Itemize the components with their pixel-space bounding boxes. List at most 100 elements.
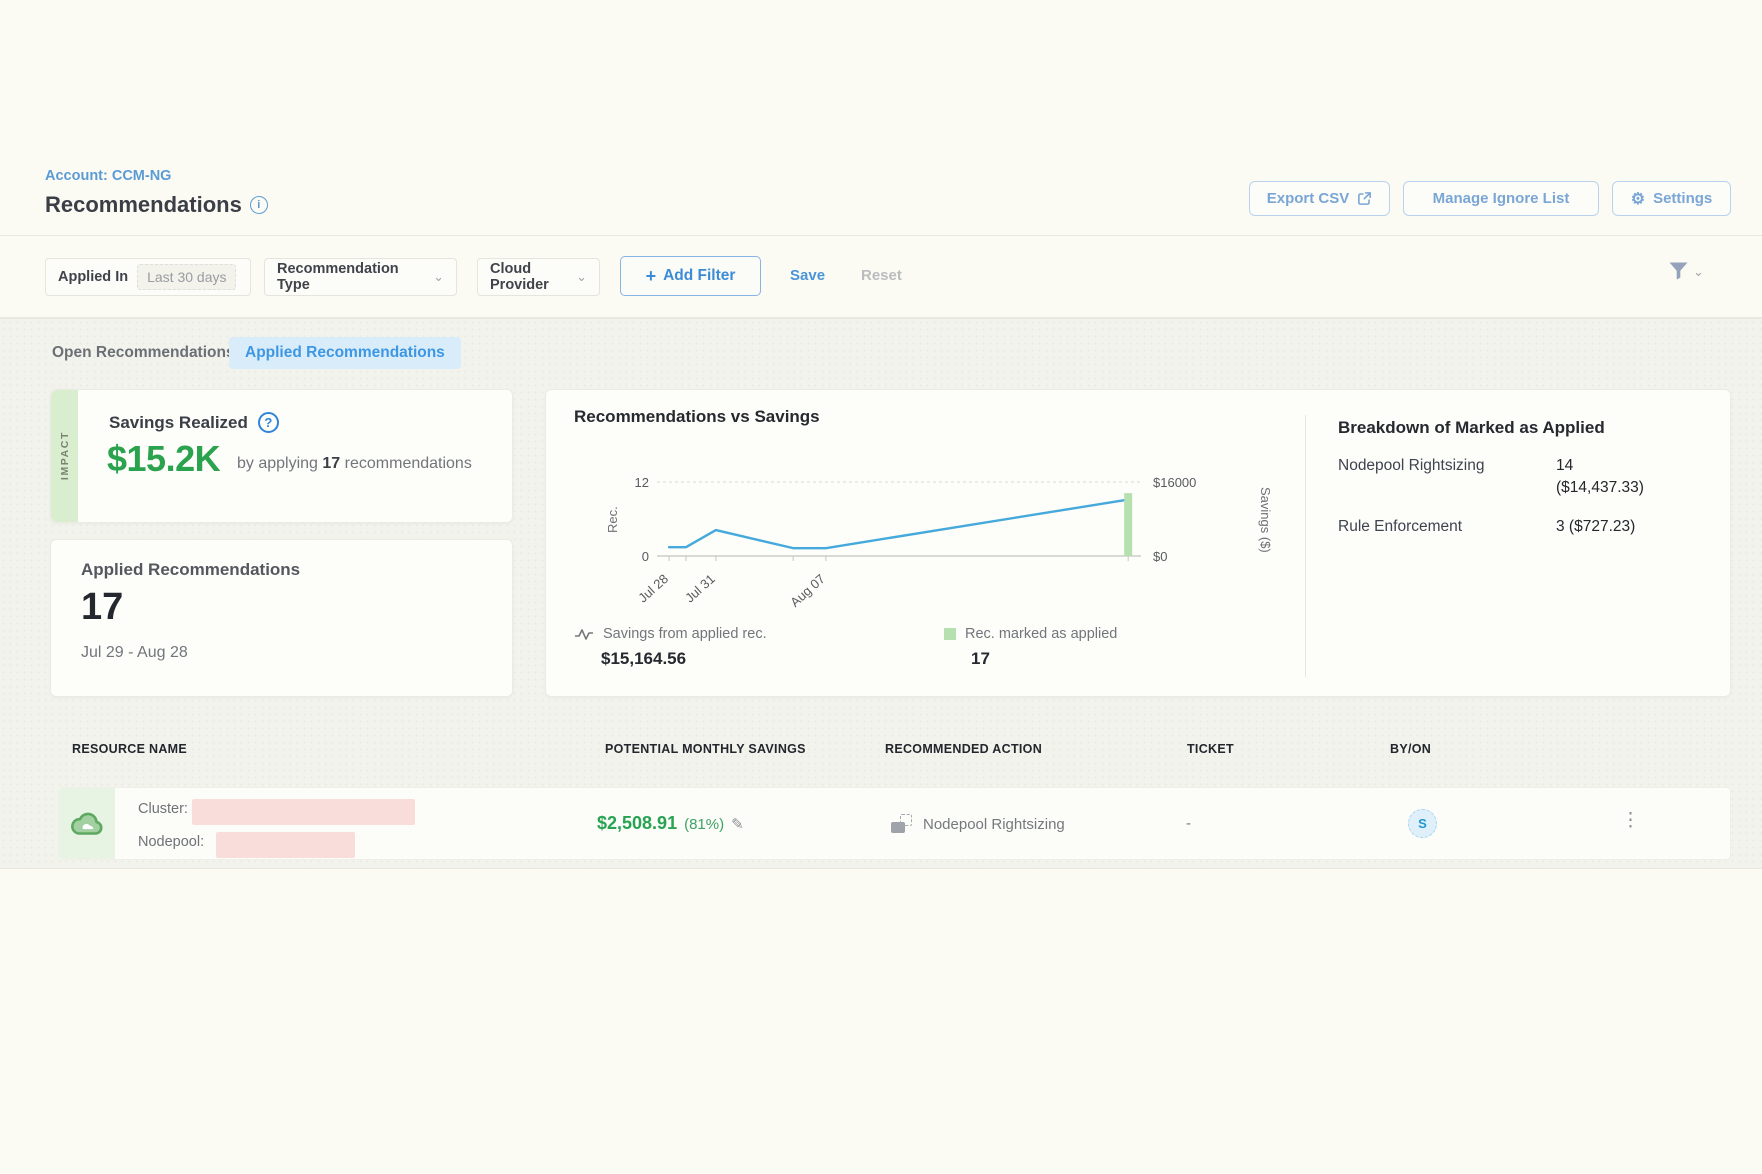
header-divider — [0, 235, 1762, 236]
col-header-ticket: TICKET — [1187, 742, 1234, 756]
svg-text:Aug 07: Aug 07 — [787, 571, 828, 610]
savings-realized-card: IMPACT Savings Realized ? $15.2K by appl… — [50, 389, 513, 523]
ticket-value: - — [1186, 815, 1191, 832]
col-header-resource-name: RESOURCE NAME — [72, 742, 187, 756]
filter-chip-recommendation-type[interactable]: Recommendation Type ⌄ — [264, 258, 457, 296]
external-link-icon — [1357, 191, 1372, 206]
breakdown-row-label: Nodepool Rightsizing — [1338, 455, 1556, 499]
savings-suffix: by applying 17 recommendations — [237, 455, 472, 473]
recommendations-vs-savings-chart: 12 0 $16000 $0 Rec. Savings ($) Jul 28 Jul 31 Au… — [559, 425, 1301, 630]
applied-recommendations-card: Applied Recommendations 17 Jul 29 - Aug … — [50, 539, 513, 697]
breakdown-row: Rule Enforcement3 ($727.23) — [1338, 516, 1728, 538]
help-icon[interactable]: ? — [258, 412, 279, 433]
cloud-icon — [69, 810, 105, 837]
settings-label: Settings — [1653, 190, 1712, 207]
cluster-value-redacted — [192, 799, 415, 825]
reset-filter-button[interactable]: Reset — [861, 267, 902, 284]
applied-in-label: Applied In — [58, 269, 128, 285]
settings-button[interactable]: ⚙ Settings — [1612, 181, 1731, 216]
filter-chip-applied-in[interactable]: Applied In Last 30 days — [45, 258, 251, 296]
filter-chip-cloud-provider[interactable]: Cloud Provider ⌄ — [477, 258, 600, 296]
cluster-label: Cluster: — [138, 801, 188, 817]
tab-applied-recommendations[interactable]: Applied Recommendations — [229, 337, 461, 369]
page-title: Recommendations i — [45, 192, 268, 218]
svg-text:$0: $0 — [1153, 549, 1167, 564]
card-vertical-divider — [1305, 415, 1306, 677]
breakdown-row-value: 14($14,437.33) — [1556, 455, 1644, 499]
legend-savings-label: Savings from applied rec. — [603, 626, 767, 642]
breakdown-title: Breakdown of Marked as Applied — [1338, 418, 1728, 438]
recommendation-type-label: Recommendation Type — [277, 261, 424, 293]
edit-pencil-icon[interactable]: ✎ — [731, 815, 744, 833]
export-csv-label: Export CSV — [1267, 190, 1350, 207]
nodepool-label: Nodepool: — [138, 834, 204, 850]
gear-icon: ⚙ — [1631, 189, 1645, 209]
impact-strip: IMPACT — [51, 390, 78, 522]
savings-realized-title-text: Savings Realized — [109, 413, 248, 433]
save-filter-button[interactable]: Save — [790, 267, 825, 284]
breakdown-row-value: 3 ($727.23) — [1556, 516, 1635, 538]
chart-title: Recommendations vs Savings — [574, 407, 820, 427]
savings-amount: $15.2K — [107, 438, 220, 480]
col-header-potential-savings: POTENTIAL MONTHLY SAVINGS — [605, 742, 806, 756]
chevron-down-icon: ⌄ — [433, 269, 444, 285]
cloud-provider-label: Cloud Provider — [490, 261, 567, 293]
tab-open-recommendations[interactable]: Open Recommendations — [52, 344, 235, 362]
breakdown-rows: Nodepool Rightsizing14($14,437.33)Rule E… — [1338, 455, 1728, 538]
legend-item-rec-applied[interactable]: Rec. marked as applied 17 — [944, 626, 1117, 669]
chevron-down-icon: ⌄ — [576, 269, 587, 285]
chart-card: Recommendations vs Savings 12 0 $16000 $0 Re… — [545, 389, 1731, 697]
savings-realized-title: Savings Realized ? — [109, 412, 279, 433]
action-label: Nodepool Rightsizing — [923, 816, 1065, 833]
nodepool-icon — [891, 814, 912, 834]
page-title-text: Recommendations — [45, 192, 242, 218]
breadcrumb-account[interactable]: Account: CCM-NG — [45, 168, 171, 184]
svg-text:Savings ($): Savings ($) — [1258, 487, 1273, 553]
col-header-by-on: BY/ON — [1390, 742, 1431, 756]
svg-text:0: 0 — [642, 549, 649, 564]
applied-card-date-range: Jul 29 - Aug 28 — [81, 644, 188, 662]
user-avatar-badge[interactable]: S — [1408, 809, 1437, 838]
pulse-line-icon — [574, 627, 594, 641]
applied-in-value: Last 30 days — [137, 264, 236, 290]
recommended-action-cell: Nodepool Rightsizing — [891, 814, 1065, 834]
savings-percent: (81%) — [684, 816, 724, 833]
svg-text:$16000: $16000 — [1153, 475, 1196, 490]
legend-rec-label: Rec. marked as applied — [965, 626, 1117, 642]
by-applying-text: by applying — [237, 455, 318, 472]
table-row[interactable]: Cluster: Nodepool: $2,508.91 (81%) ✎ Nod… — [58, 787, 1731, 860]
col-header-recommended-action: RECOMMENDED ACTION — [885, 742, 1042, 756]
info-icon[interactable]: i — [250, 196, 268, 214]
impact-label: IMPACT — [59, 431, 71, 480]
funnel-icon — [1668, 261, 1689, 281]
svg-text:12: 12 — [635, 475, 649, 490]
row-menu-icon[interactable]: ⋮ — [1621, 809, 1640, 832]
breakdown-section: Breakdown of Marked as Applied Nodepool … — [1338, 418, 1728, 538]
breakdown-row-label: Rule Enforcement — [1338, 516, 1556, 538]
chevron-down-icon: ⌄ — [1693, 264, 1704, 280]
applied-card-title: Applied Recommendations — [81, 560, 300, 580]
potential-savings-cell: $2,508.91 (81%) ✎ — [597, 813, 744, 834]
green-square-icon — [944, 628, 956, 640]
legend-item-savings[interactable]: Savings from applied rec. $15,164.56 — [574, 626, 767, 669]
export-csv-button[interactable]: Export CSV — [1249, 181, 1390, 216]
resource-type-cell — [59, 788, 115, 859]
recommendations-text: recommendations — [345, 455, 472, 472]
manage-ignore-list-button[interactable]: Manage Ignore List — [1403, 181, 1599, 216]
svg-text:Rec.: Rec. — [605, 506, 620, 533]
legend-rec-value: 17 — [971, 649, 1117, 669]
svg-text:Jul 28: Jul 28 — [635, 571, 671, 605]
user-initial: S — [1418, 816, 1427, 831]
breakdown-row: Nodepool Rightsizing14($14,437.33) — [1338, 455, 1728, 499]
nodepool-value-redacted — [216, 832, 355, 858]
filter-panel-toggle[interactable]: ⌄ — [1668, 261, 1704, 281]
svg-text:Jul 31: Jul 31 — [682, 571, 718, 605]
applied-count-inline: 17 — [322, 455, 340, 472]
add-filter-button[interactable]: + Add Filter — [620, 256, 761, 296]
legend-savings-value: $15,164.56 — [601, 649, 767, 669]
add-filter-label: Add Filter — [663, 267, 735, 285]
applied-card-count: 17 — [81, 586, 123, 629]
manage-ignore-list-label: Manage Ignore List — [1433, 190, 1570, 207]
savings-value: $2,508.91 — [597, 813, 677, 834]
plus-icon: + — [646, 266, 657, 287]
